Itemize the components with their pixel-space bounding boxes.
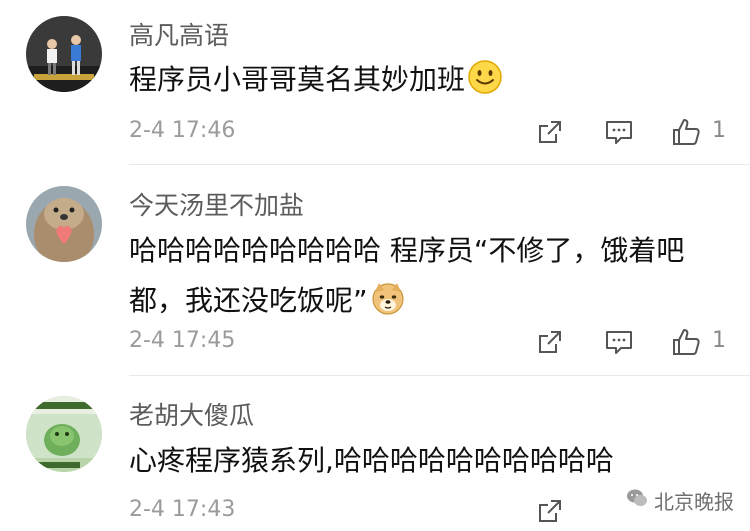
share-icon[interactable] <box>530 491 570 531</box>
comment-item: 今天汤里不加盐 哈哈哈哈哈哈哈哈哈 程序员“不修了，饿着吧 都，我还没吃饭呢” … <box>0 186 750 366</box>
avatar[interactable] <box>26 396 102 472</box>
share-icon[interactable] <box>530 112 570 152</box>
doge-emoji <box>370 280 406 316</box>
username[interactable]: 今天汤里不加盐 <box>129 190 304 222</box>
comment-text-line: 都，我还没吃饭呢” <box>129 284 368 317</box>
comment-icon[interactable] <box>599 112 639 152</box>
like-count: 1 <box>712 328 726 353</box>
like-count: 1 <box>712 118 726 143</box>
comment-text: 程序员小哥哥莫名其妙加班 <box>129 55 729 105</box>
username[interactable]: 老胡大傻瓜 <box>129 400 254 432</box>
watermark-text: 北京晚报 <box>654 490 734 514</box>
comment-time: 2-4 17:43 <box>129 497 236 522</box>
comment-text-line: 程序员小哥哥莫名其妙加班 <box>129 63 466 96</box>
wechat-icon <box>626 488 648 513</box>
share-icon[interactable] <box>530 322 570 362</box>
comment-text: 哈哈哈哈哈哈哈哈哈 程序员“不修了，饿着吧 都，我还没吃饭呢” <box>129 226 729 326</box>
watermark: 北京晚报 <box>620 484 740 517</box>
thumbs-up-icon[interactable] <box>666 112 706 152</box>
comment-item: 高凡高语 程序员小哥哥莫名其妙加班 2-4 17:46 1 <box>0 16 750 166</box>
divider <box>129 164 750 165</box>
comment-text-line: 哈哈哈哈哈哈哈哈哈 程序员“不修了，饿着吧 <box>129 234 685 267</box>
comment-text-line: 心疼程序猿系列,哈哈哈哈哈哈哈哈哈哈 <box>129 444 614 477</box>
thumbs-up-icon[interactable] <box>666 322 706 362</box>
avatar[interactable] <box>26 186 102 262</box>
smile-emoji <box>467 59 503 95</box>
username[interactable]: 高凡高语 <box>129 20 229 52</box>
comment-icon[interactable] <box>599 322 639 362</box>
avatar[interactable] <box>26 16 102 92</box>
comment-time: 2-4 17:45 <box>129 328 236 353</box>
comment-text: 心疼程序猿系列,哈哈哈哈哈哈哈哈哈哈 <box>129 436 729 486</box>
comment-time: 2-4 17:46 <box>129 118 236 143</box>
divider <box>129 375 750 376</box>
